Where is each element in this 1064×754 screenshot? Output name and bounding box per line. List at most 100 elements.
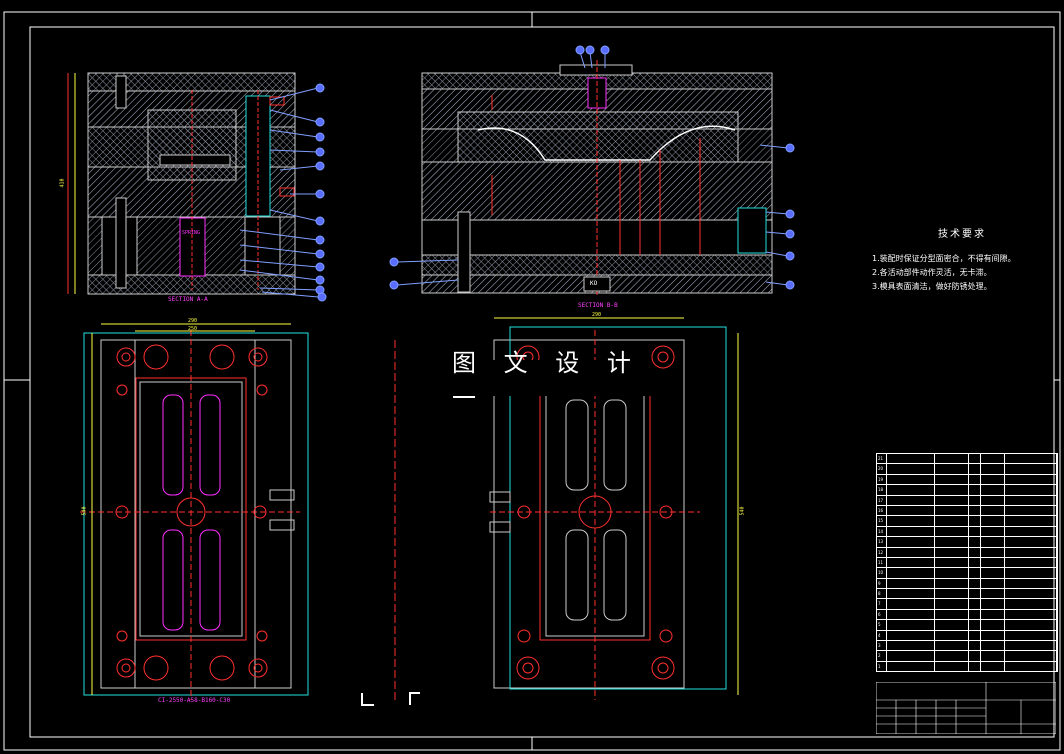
bom-cell <box>981 474 1005 485</box>
bom-cell <box>887 516 935 526</box>
bom-cell: 11 <box>877 557 887 568</box>
bom-cell <box>887 568 935 578</box>
bom-cell <box>969 557 981 568</box>
bom-cell: 18 <box>877 485 887 495</box>
bom-cell <box>935 464 969 474</box>
bom-cell <box>935 505 969 516</box>
bom-row: 7 <box>877 599 1057 610</box>
bom-cell <box>1005 547 1057 557</box>
bom-cell: 16 <box>877 505 887 516</box>
bom-cell <box>1005 516 1057 526</box>
bom-cell <box>935 609 969 620</box>
bom-cell <box>981 609 1005 620</box>
bom-cell <box>887 589 935 599</box>
bom-cell <box>887 505 935 516</box>
bom-row: 21 <box>877 454 1057 465</box>
plan-view-left <box>80 323 309 700</box>
bom-cell <box>981 526 1005 537</box>
dimension-left-height: 540 <box>81 506 88 516</box>
bom-cell <box>887 557 935 568</box>
dimension-top-right: 290 <box>592 312 602 318</box>
bom-cell <box>969 630 981 641</box>
bom-cell <box>981 651 1005 661</box>
bill-of-materials: 21 20 19 18 17 16 15 14 13 12 11 10 9 8 7 6 5 4 3 2 1 <box>876 453 1058 673</box>
bom-cell: 9 <box>877 578 887 589</box>
bom-cell <box>887 526 935 537</box>
bom-row: 14 <box>877 526 1057 538</box>
dimension-top-left-2: 250 <box>188 326 198 332</box>
bom-row: 2 <box>877 651 1057 662</box>
bom-cell: 17 <box>877 495 887 505</box>
ko-label: KO <box>590 280 598 287</box>
bom-cell <box>935 537 969 547</box>
bom-row: 16 <box>877 505 1057 517</box>
bom-cell <box>969 661 981 672</box>
bom-cell <box>887 599 935 609</box>
dimension-section-height: 410 <box>59 178 66 188</box>
bom-cell <box>969 599 981 609</box>
plan-view-label: CI-2550-A58-B160-C30 <box>158 697 231 704</box>
bom-cell <box>887 495 935 505</box>
bom-cell <box>1005 609 1057 620</box>
bom-cell: 3 <box>877 641 887 651</box>
bom-cell <box>981 454 1005 464</box>
bom-cell <box>981 464 1005 474</box>
bom-cell <box>935 557 969 568</box>
bom-row: 4 <box>877 630 1057 642</box>
bom-cell: 10 <box>877 568 887 578</box>
bom-cell <box>1005 568 1057 578</box>
bom-row: 6 <box>877 609 1057 621</box>
bom-cell <box>887 651 935 661</box>
bom-cell <box>887 578 935 589</box>
bom-cell <box>935 454 969 464</box>
bom-cell <box>969 464 981 474</box>
bom-cell <box>981 557 1005 568</box>
bom-cell <box>981 485 1005 495</box>
bom-cell <box>935 485 969 495</box>
bom-row: 20 <box>877 464 1057 475</box>
bom-cell <box>935 578 969 589</box>
bom-cell <box>887 537 935 547</box>
bom-cell <box>969 620 981 630</box>
bom-cell <box>887 464 935 474</box>
bom-cell <box>1005 495 1057 505</box>
bom-cell <box>981 620 1005 630</box>
bom-cell <box>969 547 981 557</box>
bom-cell: 14 <box>877 526 887 537</box>
bom-row: 1 <box>877 661 1057 673</box>
bom-cell: 12 <box>877 547 887 557</box>
bom-row: 15 <box>877 516 1057 527</box>
bom-cell: 20 <box>877 464 887 474</box>
bom-cell <box>969 474 981 485</box>
spring-label: SPRING <box>182 230 201 236</box>
bom-row: 10 <box>877 568 1057 579</box>
bom-cell: 19 <box>877 474 887 485</box>
bom-cell <box>1005 474 1057 485</box>
bom-cell <box>887 630 935 641</box>
bom-cell: 8 <box>877 589 887 599</box>
bom-cell <box>981 568 1005 578</box>
bom-row: 12 <box>877 547 1057 558</box>
bom-cell <box>935 474 969 485</box>
bom-cell <box>1005 526 1057 537</box>
bom-cell: 7 <box>877 599 887 609</box>
bom-row: 5 <box>877 620 1057 631</box>
bom-cell: 2 <box>877 651 887 661</box>
section-a-view <box>67 72 296 295</box>
bom-cell <box>969 589 981 599</box>
bom-cell <box>935 516 969 526</box>
bom-cell <box>1005 641 1057 651</box>
bom-cell <box>1005 661 1057 672</box>
technical-requirements: 技术要求 1.装配时保证分型面密合，不得有间隙。 2.各活动部件动作灵活，无卡滞… <box>872 228 1052 294</box>
bom-cell <box>969 485 981 495</box>
bom-cell <box>1005 651 1057 661</box>
bom-cell <box>887 661 935 672</box>
bom-cell: 13 <box>877 537 887 547</box>
bom-cell <box>887 485 935 495</box>
bom-cell <box>935 599 969 609</box>
bom-cell <box>1005 589 1057 599</box>
bom-cell <box>981 589 1005 599</box>
bom-cell <box>981 599 1005 609</box>
bom-cell <box>1005 485 1057 495</box>
bom-cell <box>887 620 935 630</box>
